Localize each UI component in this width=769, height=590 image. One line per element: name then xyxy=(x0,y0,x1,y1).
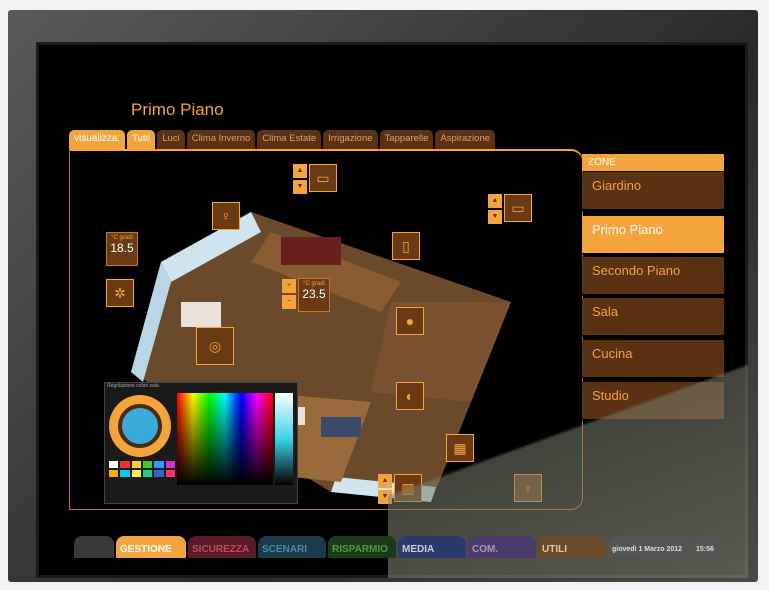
date-display: giovedì 1 Marzo 2012 xyxy=(608,536,690,558)
shutter-top-icon: ▭ xyxy=(309,164,337,192)
irrigation-button[interactable]: ♆ xyxy=(514,474,542,502)
shutter-stepper-top[interactable]: ▲ ▼ xyxy=(293,164,307,194)
tab-luci[interactable]: Luci xyxy=(157,130,185,149)
heater-button[interactable]: ▦ xyxy=(446,434,474,462)
zone-giardino[interactable]: Giardino xyxy=(582,172,724,211)
nav-sicurezza[interactable]: SICUREZZA xyxy=(188,536,256,558)
tab-tapparelle[interactable]: Tapparelle xyxy=(379,130,434,149)
nav-media[interactable]: MEDIA xyxy=(398,536,466,558)
shutter-right-icon: ▭ xyxy=(504,194,532,222)
time-display: 15:56 xyxy=(692,536,722,558)
filter-label: visualizza: xyxy=(69,130,126,149)
color-swatches[interactable] xyxy=(109,461,175,477)
nav-scenari[interactable]: SCENARI xyxy=(258,536,326,558)
fan-button[interactable]: ✲ xyxy=(106,279,134,307)
temperature-center: °C gradi 23.5 xyxy=(298,278,330,312)
tab-clima-estate[interactable]: Clima Estate xyxy=(257,130,322,149)
monitor-frame: Primo Piano visualizza: Tutti Luci Clima… xyxy=(8,10,758,582)
temperature-stepper[interactable]: + − xyxy=(282,279,296,309)
color-picker-title: Regolazione colori sala xyxy=(107,383,159,389)
temperature-left: °C gradi 18.5 xyxy=(106,232,138,266)
speakers-button[interactable]: ◎ xyxy=(196,327,234,365)
door-button[interactable]: ▯ xyxy=(392,232,420,260)
color-spectrum[interactable] xyxy=(177,393,273,485)
zone-studio[interactable]: Studio xyxy=(582,382,724,421)
zones-header: ZONE xyxy=(582,154,724,171)
zone-secondo-piano[interactable]: Secondo Piano xyxy=(582,257,724,296)
tab-clima-inverno[interactable]: Clima Inverno xyxy=(186,130,256,149)
shutter-stepper-bottom[interactable]: ▲ ▼ xyxy=(378,474,392,504)
filter-bar: visualizza: Tutti Luci Clima Inverno Cli… xyxy=(69,130,496,149)
color-wheel[interactable] xyxy=(109,395,171,457)
tab-tutti[interactable]: Tutti xyxy=(127,130,156,149)
nav-risparmio[interactable]: RISPARMIO xyxy=(328,536,396,558)
temperature-value: 23.5 xyxy=(302,287,326,301)
tab-irrigazione[interactable]: Irrigazione xyxy=(323,130,378,149)
nav-gestione[interactable]: GESTIONE xyxy=(116,536,186,558)
nav-com[interactable]: COM. xyxy=(468,536,536,558)
light-lamp-button[interactable]: ♀ xyxy=(212,202,240,230)
zone-primo-piano[interactable]: Primo Piano xyxy=(582,216,724,255)
color-picker: Regolazione colori sala xyxy=(104,382,298,504)
zone-cucina[interactable]: Cucina xyxy=(582,340,724,379)
nav-utili[interactable]: UTILI xyxy=(538,536,606,558)
ceiling-light-button[interactable]: ● xyxy=(396,307,424,335)
page-title: Primo Piano xyxy=(131,100,224,119)
temperature-value: 18.5 xyxy=(110,241,134,255)
luminance-slider[interactable] xyxy=(275,393,293,485)
shutter-bottom-icon: ▥ xyxy=(394,474,422,502)
shutter-stepper-right[interactable]: ▲ ▼ xyxy=(488,194,502,224)
lamp-button[interactable]: ◐ xyxy=(396,382,424,410)
tab-aspirazione[interactable]: Aspirazione xyxy=(435,130,496,149)
bottom-nav: GESTIONE SICUREZZA SCENARI RISPARMIO MED… xyxy=(74,536,724,558)
zone-sala[interactable]: Sala xyxy=(582,298,724,337)
home-button[interactable] xyxy=(74,536,114,558)
screen: Primo Piano visualizza: Tutti Luci Clima… xyxy=(36,42,748,578)
